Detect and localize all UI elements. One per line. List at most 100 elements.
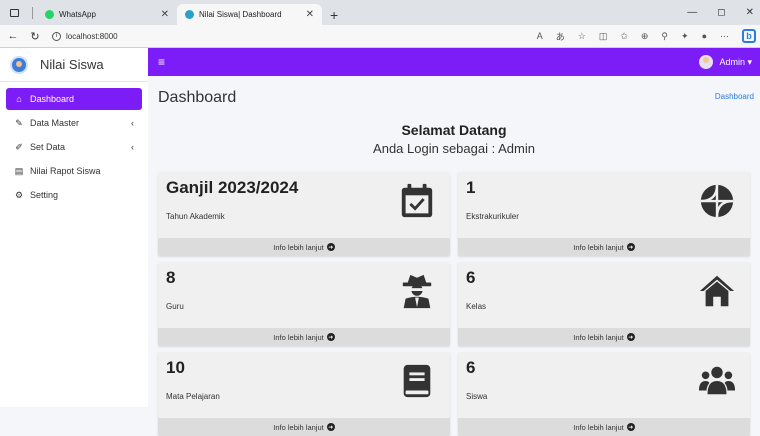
file-icon: ▤	[14, 165, 24, 176]
welcome-title: Selamat Datang	[401, 122, 507, 138]
page-title: Dashboard	[158, 89, 237, 106]
sidebar: Nilai Siswa ⌂ Dashboard ✎ Data Master ‹ …	[0, 48, 148, 407]
extension2-icon[interactable]: ✦	[681, 31, 689, 42]
pencil-icon: ✐	[15, 141, 23, 152]
read-aloud-icon[interactable]: A	[537, 31, 543, 41]
browser-tab-dashboard[interactable]: Nilai Siswa| Dashboard ✕	[177, 4, 322, 25]
arrow-circle-right-icon: ➜	[626, 243, 635, 251]
hamburger-menu-icon[interactable]: ≡	[158, 55, 165, 69]
new-tab-button[interactable]: +	[322, 4, 346, 25]
sidebar-item-dashboard[interactable]: ⌂ Dashboard	[6, 88, 142, 110]
sidebar-menu: ⌂ Dashboard ✎ Data Master ‹ ✐ Set Data ‹…	[0, 82, 148, 214]
reload-icon[interactable]: ↻	[26, 30, 44, 43]
brand[interactable]: Nilai Siswa	[0, 48, 148, 82]
welcome-message: Selamat Datang Anda Login sebagai : Admi…	[148, 122, 760, 156]
info-box-more-link[interactable]: Info lebih lanjut ➜	[158, 238, 450, 256]
brand-text: Nilai Siswa	[40, 57, 104, 72]
info-box-label: Siswa	[466, 392, 488, 401]
sidebar-item-label: Setting	[30, 190, 59, 200]
arrow-circle-right-icon: ➜	[326, 243, 335, 251]
gear-icon: ⚙	[14, 189, 24, 200]
favorite-icon[interactable]: ☆	[578, 31, 586, 42]
info-box-mata-pelajaran: 10 Mata Pelajaran Info lebih lanjut ➜	[158, 352, 450, 436]
user-menu[interactable]: Admin ▾	[699, 55, 760, 69]
home-icon: ⌂	[16, 94, 22, 104]
sidebar-item-label: Dashboard	[30, 94, 75, 104]
more-icon[interactable]: ⋯	[720, 31, 729, 42]
maximize-icon[interactable]: ◻	[717, 7, 725, 18]
info-box-value: 8	[166, 268, 176, 287]
sidebar-item-data-master[interactable]: ✎ Data Master ‹	[6, 112, 142, 134]
user-label: Admin ▾	[719, 56, 752, 67]
minimize-icon[interactable]: —	[687, 7, 697, 18]
tab-label: Nilai Siswa| Dashboard	[199, 10, 282, 19]
info-box-label: Ekstrakurikuler	[466, 212, 519, 221]
favorites-icon[interactable]: ✩	[620, 31, 628, 42]
more-link-label: Info lebih lanjut	[273, 422, 324, 432]
close-icon[interactable]: ✕	[161, 9, 169, 20]
info-box-value: 1	[466, 178, 476, 197]
sidebar-item-label: Data Master	[30, 118, 80, 128]
sidebar-item-label: Set Data	[30, 142, 66, 152]
info-box-siswa: 6 Siswa Info lebih lanjut ➜	[458, 352, 750, 436]
info-box-more-link[interactable]: Info lebih lanjut ➜	[458, 238, 750, 256]
browser-toolbar: A あ ☆ ◫ ✩ ⊕ ⚲ ✦ ● ⋯ b	[537, 29, 760, 43]
window-menu-icon[interactable]	[0, 0, 28, 25]
info-box-label: Kelas	[466, 302, 487, 311]
translate-icon[interactable]: あ	[556, 30, 565, 43]
avatar	[699, 55, 714, 69]
window-close-icon[interactable]: ✕	[746, 7, 754, 18]
address-bar: ← ↻ i localhost:8000 A あ ☆ ◫ ✩ ⊕ ⚲ ✦ ● ⋯…	[0, 25, 760, 48]
more-link-label: Info lebih lanjut	[573, 422, 624, 432]
url-field[interactable]: i localhost:8000	[52, 31, 118, 41]
close-icon[interactable]: ✕	[306, 9, 314, 20]
edit-icon: ✎	[15, 117, 23, 128]
basketball-icon	[700, 184, 734, 218]
collections-icon[interactable]: ⊕	[641, 31, 649, 42]
users-icon	[698, 366, 736, 395]
welcome-subtitle: Anda Login sebagai : Admin	[373, 141, 535, 156]
info-box-label: Guru	[166, 302, 184, 311]
info-box-value: 6	[466, 358, 476, 377]
split-screen-icon[interactable]: ◫	[599, 31, 608, 42]
info-box-ekstrakurikuler: 1 Ekstrakurikuler Info lebih lanjut ➜	[458, 172, 750, 256]
more-link-label: Info lebih lanjut	[273, 332, 324, 342]
info-box-value: 10	[166, 358, 185, 377]
info-box-label: Tahun Akademik	[166, 212, 225, 221]
sidebar-item-setting[interactable]: ⚙ Setting	[6, 184, 142, 206]
edge-sidebar-icon[interactable]: b	[742, 29, 756, 43]
home-icon	[699, 275, 735, 307]
info-box-more-link[interactable]: Info lebih lanjut ➜	[158, 418, 450, 436]
extension3-icon[interactable]: ●	[702, 31, 707, 41]
info-icon[interactable]: i	[52, 31, 61, 41]
info-box-kelas: 6 Kelas Info lebih lanjut ➜	[458, 262, 750, 346]
info-box-more-link[interactable]: Info lebih lanjut ➜	[158, 328, 450, 346]
calendar-check-icon	[401, 183, 433, 218]
tab-divider	[32, 6, 33, 19]
whatsapp-icon	[45, 10, 54, 19]
info-box-label: Mata Pelajaran	[166, 392, 220, 401]
more-link-label: Info lebih lanjut	[573, 242, 624, 252]
info-box-more-link[interactable]: Info lebih lanjut ➜	[458, 328, 750, 346]
sidebar-item-set-data[interactable]: ✐ Set Data ‹	[6, 136, 142, 158]
sidebar-item-label: Nilai Rapot Siswa	[30, 166, 101, 176]
breadcrumb[interactable]: Dashboard	[715, 92, 754, 101]
arrow-circle-right-icon: ➜	[626, 423, 635, 431]
more-link-label: Info lebih lanjut	[273, 242, 324, 252]
back-icon[interactable]: ←	[4, 30, 22, 42]
info-box-value: 6	[466, 268, 476, 287]
info-box-more-link[interactable]: Info lebih lanjut ➜	[458, 418, 750, 436]
browser-tabbar: WhatsApp ✕ Nilai Siswa| Dashboard ✕ + — …	[0, 0, 760, 25]
info-box-value: Ganjil 2023/2024	[166, 178, 299, 197]
sidebar-item-nilai-rapot[interactable]: ▤ Nilai Rapot Siswa	[6, 160, 142, 182]
brand-logo-icon	[10, 55, 28, 74]
chevron-left-icon: ‹	[131, 118, 134, 128]
browser-tab-whatsapp[interactable]: WhatsApp ✕	[37, 4, 177, 25]
chevron-left-icon: ‹	[131, 142, 134, 152]
tab-label: WhatsApp	[59, 10, 96, 19]
extension-icon[interactable]: ⚲	[661, 31, 668, 42]
arrow-circle-right-icon: ➜	[626, 333, 635, 341]
top-navbar: ≡ Admin ▾	[148, 48, 760, 76]
arrow-circle-right-icon: ➜	[326, 423, 335, 431]
more-link-label: Info lebih lanjut	[573, 332, 624, 342]
